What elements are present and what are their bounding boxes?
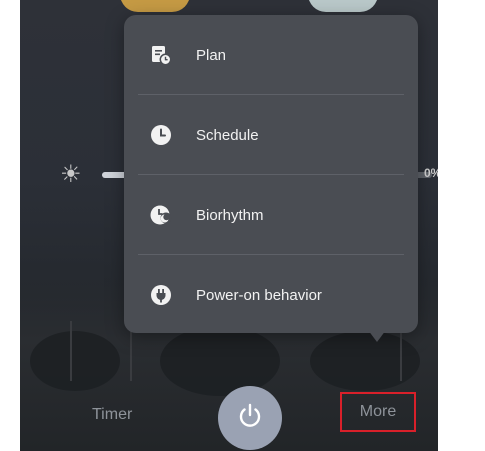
biorhythm-icon	[150, 204, 172, 226]
menu-item-biorhythm[interactable]: Biorhythm	[124, 175, 418, 255]
more-label: More	[359, 403, 397, 420]
menu-item-plan[interactable]: Plan	[124, 15, 418, 95]
background-tree	[70, 321, 72, 381]
power-icon	[235, 401, 265, 436]
menu-item-power-on-behavior[interactable]: Power-on behavior	[124, 255, 418, 335]
timer-button[interactable]: Timer	[92, 406, 132, 424]
plug-icon	[150, 284, 172, 306]
menu-item-label: Power-on behavior	[196, 286, 322, 304]
menu-pointer	[368, 330, 386, 342]
app-screen: ☀ 0% Plan	[20, 0, 438, 451]
plan-icon	[150, 44, 172, 66]
sun-icon: ☀	[60, 161, 82, 188]
more-button[interactable]: More	[340, 392, 416, 432]
menu-item-label: Biorhythm	[196, 206, 264, 224]
menu-item-label: Plan	[196, 46, 227, 64]
clock-icon	[150, 124, 172, 146]
more-menu-popup: Plan Schedule Biorhythm Power-on behavio…	[124, 15, 418, 333]
brightness-percent: 0%	[424, 166, 438, 180]
menu-item-schedule[interactable]: Schedule	[124, 95, 418, 175]
menu-item-label: Schedule	[196, 126, 259, 144]
bottom-bar: Timer More	[20, 380, 438, 450]
power-button[interactable]	[218, 386, 282, 450]
scene-preset-right[interactable]	[308, 0, 378, 12]
scene-preset-left[interactable]	[120, 0, 190, 12]
